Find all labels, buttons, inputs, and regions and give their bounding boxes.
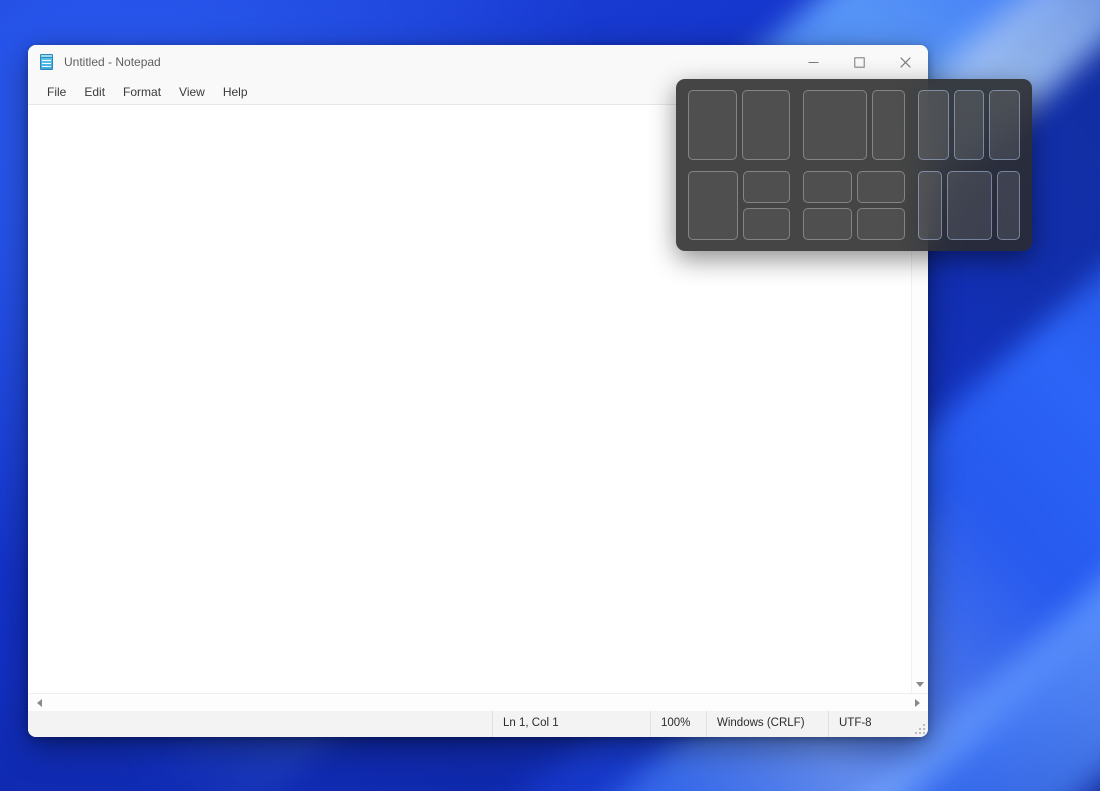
snap-zone[interactable] bbox=[803, 90, 867, 160]
snap-zone[interactable] bbox=[742, 207, 790, 240]
snap-zone[interactable] bbox=[803, 170, 852, 203]
title-bar-left: Untitled - Notepad bbox=[28, 53, 790, 71]
resize-grip-icon[interactable] bbox=[913, 722, 925, 734]
close-icon bbox=[899, 56, 911, 68]
status-line-column[interactable]: Ln 1, Col 1 bbox=[493, 711, 651, 737]
snap-zone[interactable] bbox=[856, 170, 905, 203]
snap-zone[interactable] bbox=[989, 90, 1021, 160]
menu-item-file[interactable]: File bbox=[38, 83, 75, 101]
snap-zone[interactable] bbox=[953, 90, 985, 160]
menu-item-edit[interactable]: Edit bbox=[75, 83, 114, 101]
snap-zone[interactable] bbox=[946, 170, 992, 240]
snap-layout-wide-left-narrow-right[interactable] bbox=[803, 90, 905, 160]
snap-layout-four-quadrants[interactable] bbox=[803, 170, 905, 240]
snap-zone[interactable] bbox=[803, 207, 852, 240]
snap-layout-left-half-two-right-stacked[interactable] bbox=[688, 170, 790, 240]
status-line-ending[interactable]: Windows (CRLF) bbox=[707, 711, 829, 737]
minimize-button[interactable] bbox=[790, 45, 836, 79]
status-bar: Ln 1, Col 1 100% Windows (CRLF) UTF-8 bbox=[28, 711, 928, 737]
snap-layouts-flyout[interactable] bbox=[676, 79, 1032, 251]
snap-zone[interactable] bbox=[918, 170, 942, 240]
status-bar-spacer bbox=[28, 711, 493, 737]
snap-zone[interactable] bbox=[872, 90, 905, 160]
window-title: Untitled - Notepad bbox=[64, 55, 161, 69]
maximize-icon bbox=[853, 56, 865, 68]
chevron-down-icon bbox=[916, 681, 924, 687]
snap-zone[interactable] bbox=[996, 170, 1020, 240]
snap-zone[interactable] bbox=[688, 170, 738, 240]
snap-layout-three-columns-wide-center[interactable] bbox=[918, 170, 1020, 240]
snap-zone[interactable] bbox=[918, 90, 949, 160]
menu-item-view[interactable]: View bbox=[170, 83, 214, 101]
notepad-icon bbox=[39, 53, 55, 71]
snap-zone[interactable] bbox=[856, 207, 905, 240]
desktop[interactable]: Untitled - Notepad File Edit Format View… bbox=[0, 0, 1100, 791]
snap-layout-three-equal-columns[interactable] bbox=[918, 90, 1021, 160]
chevron-left-icon bbox=[36, 698, 42, 707]
snap-zone[interactable] bbox=[742, 170, 790, 203]
minimize-icon bbox=[808, 61, 818, 63]
scroll-down-button[interactable] bbox=[912, 675, 928, 693]
close-button[interactable] bbox=[882, 45, 928, 79]
scroll-left-button[interactable] bbox=[32, 695, 46, 711]
snap-layout-two-equal-columns[interactable] bbox=[688, 90, 790, 160]
snap-zone[interactable] bbox=[688, 90, 737, 160]
title-bar[interactable]: Untitled - Notepad bbox=[28, 45, 928, 79]
horizontal-scrollbar[interactable] bbox=[28, 693, 928, 711]
snap-zone[interactable] bbox=[741, 90, 790, 160]
menu-item-help[interactable]: Help bbox=[214, 83, 257, 101]
window-controls[interactable] bbox=[790, 45, 928, 79]
menu-item-format[interactable]: Format bbox=[114, 83, 170, 101]
scroll-right-button[interactable] bbox=[910, 695, 924, 711]
status-zoom-level[interactable]: 100% bbox=[651, 711, 707, 737]
chevron-right-icon bbox=[914, 698, 920, 707]
maximize-button[interactable] bbox=[836, 45, 882, 79]
